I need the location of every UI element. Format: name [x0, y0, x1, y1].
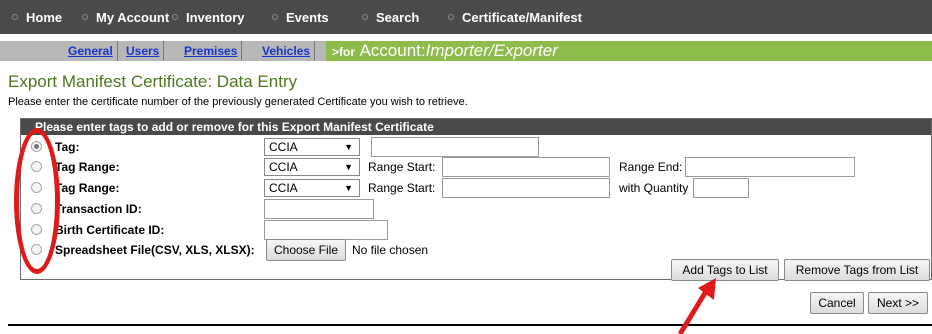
nav-search-label: Search [376, 9, 420, 25]
transaction-id-label: Transaction ID: [55, 202, 142, 216]
birth-certificate-id-input[interactable] [264, 220, 388, 240]
choose-file-button[interactable]: Choose File [266, 239, 346, 261]
nav-bullet-icon [82, 14, 88, 20]
range-start-input[interactable] [442, 157, 610, 177]
range-start-quantity-label: Range Start: [368, 181, 436, 195]
tag-range-type-value: CCIA [269, 160, 298, 174]
remove-tags-button[interactable]: Remove Tags from List [784, 259, 930, 281]
for-prefix: >for [332, 45, 356, 59]
row-tag-range-quantity: Tag Range: CCIA ▼ Range Start: with Quan… [21, 178, 931, 198]
tab-vehicles[interactable]: Vehicles [258, 41, 316, 61]
panel-header: Please enter tags to add or remove for t… [21, 119, 931, 135]
row-spreadsheet: Spreadsheet File(CSV, XLS, XLSX): Choose… [21, 239, 931, 261]
dropdown-arrow-icon: ▼ [344, 162, 353, 172]
spreadsheet-label: Spreadsheet File(CSV, XLS, XLSX): [55, 243, 255, 257]
tab-premises[interactable]: Premises [180, 41, 243, 61]
tag-label: Tag: [55, 140, 80, 154]
quantity-input[interactable] [693, 178, 749, 198]
nav-my-account-label: My Account [96, 9, 170, 25]
nav-my-account[interactable]: My Account [82, 0, 169, 34]
bottom-divider [8, 324, 932, 326]
row-transaction-id: Transaction ID: [21, 199, 931, 219]
tag-type-value: CCIA [269, 140, 298, 154]
tag-range-type-select[interactable]: CCIA ▼ [264, 158, 360, 176]
range-start-label: Range Start: [368, 160, 436, 174]
transaction-id-input[interactable] [264, 199, 374, 219]
nav-search[interactable]: Search [362, 0, 419, 34]
annotation-arrow-icon [677, 278, 716, 334]
nav-events[interactable]: Events [272, 0, 329, 34]
nav-home-label: Home [26, 9, 63, 25]
dropdown-arrow-icon: ▼ [344, 142, 353, 152]
tag-range-quantity-type-select[interactable]: CCIA ▼ [264, 179, 360, 197]
range-start-quantity-input[interactable] [442, 178, 610, 198]
row-tag: Tag: CCIA ▼ [21, 137, 931, 157]
file-status: No file chosen [352, 243, 429, 257]
tag-range-quantity-label: Tag Range: [55, 181, 120, 195]
quantity-label: with Quantity [619, 181, 689, 195]
tag-range-quantity-type-value: CCIA [269, 181, 298, 195]
account-context: >for Account:Importer/Exporter [332, 41, 558, 61]
tag-range-label: Tag Range: [55, 160, 120, 174]
nav-home[interactable]: Home [12, 0, 62, 34]
cancel-button[interactable]: Cancel [810, 292, 864, 314]
top-nav: Home My Account Inventory Events Search … [0, 0, 932, 34]
nav-certificate-manifest-label: Certificate/Manifest [462, 9, 582, 25]
nav-bullet-icon [12, 14, 18, 20]
nav-bullet-icon [362, 14, 368, 20]
row-birth-certificate-id: Birth Certificate ID: [21, 220, 931, 240]
tab-general[interactable]: General [64, 41, 118, 61]
nav-inventory[interactable]: Inventory [172, 0, 245, 34]
range-end-label: Range End: [619, 160, 683, 174]
sub-nav-tabs: General Users Premises Vehicles [0, 41, 326, 61]
annotation-oval [14, 128, 60, 274]
tags-panel: Please enter tags to add or remove for t… [20, 118, 932, 281]
tag-type-select[interactable]: CCIA ▼ [264, 138, 360, 156]
tab-users[interactable]: Users [122, 41, 165, 61]
birth-certificate-id-label: Birth Certificate ID: [55, 223, 165, 237]
dropdown-arrow-icon: ▼ [344, 183, 353, 193]
nav-bullet-icon [272, 14, 278, 20]
nav-bullet-icon [172, 14, 178, 20]
nav-bullet-icon [448, 14, 454, 20]
account-label: Account: [359, 41, 426, 60]
next-button[interactable]: Next >> [868, 292, 928, 314]
range-end-input[interactable] [685, 157, 855, 177]
tag-input[interactable] [371, 137, 539, 157]
account-value: Importer/Exporter [425, 41, 558, 60]
page-title: Export Manifest Certificate: Data Entry [8, 72, 298, 91]
nav-inventory-label: Inventory [186, 9, 245, 25]
nav-certificate-manifest[interactable]: Certificate/Manifest [448, 0, 582, 34]
row-tag-range-end: Tag Range: CCIA ▼ Range Start: Range End… [21, 157, 931, 177]
page-instruction: Please enter the certificate number of t… [8, 96, 468, 108]
sub-nav: General Users Premises Vehicles >for Acc… [0, 41, 932, 61]
nav-events-label: Events [286, 9, 329, 25]
